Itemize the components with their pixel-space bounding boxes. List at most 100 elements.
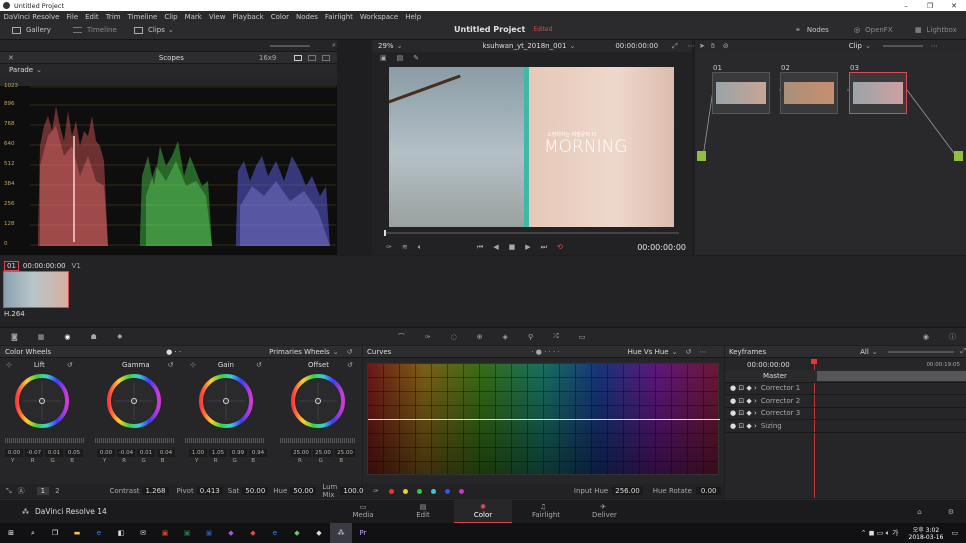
home-icon[interactable]: ⌂ <box>917 508 921 516</box>
openfx-button[interactable]: ◎ OpenFX <box>854 26 893 34</box>
excel-button[interactable]: ▣ <box>176 523 198 543</box>
blue-swatch[interactable] <box>444 488 450 494</box>
master-wheel[interactable] <box>5 438 85 443</box>
red-swatch[interactable] <box>388 488 394 494</box>
gamma-wheel[interactable]: Gamma ↺ 0.00 -0.04 0.01 0.04 YRGB <box>90 360 180 464</box>
more-options-icon[interactable]: ⋯ <box>931 42 938 50</box>
mail-button[interactable]: ✉ <box>132 523 154 543</box>
curve-mode-dropdown[interactable]: Hue Vs Hue <box>628 348 669 356</box>
scope-mode-dropdown[interactable]: Parade <box>9 66 33 74</box>
info-icon[interactable]: ⓘ <box>949 332 956 342</box>
tray-icons[interactable]: ⌃ ◼ ▭ 🔈︎ 가 <box>861 528 899 538</box>
search-button[interactable]: ⌕ <box>22 523 44 543</box>
cyan-swatch[interactable] <box>430 488 436 494</box>
eyedropper-icon[interactable]: ✑ <box>373 487 379 495</box>
menu-nodes[interactable]: Nodes <box>296 13 318 21</box>
volume-icon[interactable]: 🔈︎ <box>418 243 422 252</box>
stop-icon[interactable]: ■ <box>509 243 516 251</box>
menu-trim[interactable]: Trim <box>106 13 121 21</box>
master-wheel[interactable] <box>280 438 355 443</box>
3d-icon[interactable]: ▭ <box>579 333 586 341</box>
bypass-icon[interactable]: ⊘ <box>723 42 729 50</box>
yellow-swatch[interactable] <box>402 488 408 494</box>
node-02[interactable]: 02 <box>780 64 838 114</box>
magenta-swatch[interactable] <box>458 488 464 494</box>
hue-curve-line[interactable] <box>368 419 720 420</box>
window-icon[interactable]: ◌ <box>451 333 457 341</box>
gain-wheel[interactable]: ⊹ Gain ↺ 1.00 1.05 0.99 0.94 YRGB <box>180 360 270 464</box>
menu-davinci[interactable]: DaVinci Resolve <box>4 13 60 21</box>
store-button[interactable]: ◧ <box>110 523 132 543</box>
curves-graph[interactable] <box>367 363 720 475</box>
camera-raw-icon[interactable]: ◙ <box>11 333 18 341</box>
color-match-icon[interactable]: ▦ <box>38 333 45 341</box>
menu-workspace[interactable]: Workspace <box>360 13 398 21</box>
app-button[interactable]: ◆ <box>286 523 308 543</box>
menu-timeline[interactable]: Timeline <box>128 13 158 21</box>
search-icon[interactable]: ⌕ <box>332 41 336 50</box>
keyframe-filter-dropdown[interactable]: All <box>860 348 869 356</box>
menu-edit[interactable]: Edit <box>85 13 99 21</box>
wheel-mode-dropdown[interactable]: Primaries Wheels <box>269 348 330 356</box>
page-dots[interactable]: · ● · · · · <box>531 348 559 356</box>
node-01[interactable]: 01 <box>712 64 770 114</box>
offset-wheel[interactable]: Offset ↺ 25.00 25.00 25.00 RGB <box>270 360 360 464</box>
sizing-icon[interactable]: ⤮ <box>553 332 559 341</box>
page-dots[interactable]: ● · · <box>166 348 181 356</box>
contrast-field[interactable]: 1.268 <box>142 487 169 495</box>
reset-icon[interactable]: ↺ <box>168 361 174 369</box>
menu-view[interactable]: View <box>209 13 226 21</box>
more-options-icon[interactable]: ⋯ <box>688 42 695 50</box>
lightbox-button[interactable]: ▦ Lightbox <box>915 26 957 34</box>
hand-icon[interactable]: ✋︎ <box>711 42 715 51</box>
close-icon[interactable]: ✕ <box>8 54 14 62</box>
curves-icon[interactable]: ⌒ <box>398 332 405 342</box>
powerpoint-button[interactable]: ▣ <box>154 523 176 543</box>
page-color[interactable]: ✺ Color <box>454 500 512 524</box>
nodes-button[interactable]: ⚭ Nodes <box>795 26 829 34</box>
maximize-button[interactable]: ❐ <box>918 2 942 10</box>
picker-icon[interactable]: ⊹ <box>190 361 196 369</box>
tracker-icon[interactable]: ⊕ <box>477 333 483 341</box>
reset-icon[interactable]: ↺ <box>347 361 353 369</box>
track-row[interactable]: ● ⊡ ◆ › Sizing <box>725 420 966 433</box>
page-edit[interactable]: ▤ Edit <box>412 503 434 519</box>
system-clock[interactable]: 오후 3:02 2018-03-16 <box>909 525 944 541</box>
viewer-scrubber[interactable] <box>384 230 679 236</box>
track-row[interactable]: ● ⊡ ◆ › Corrector 1 <box>725 383 966 395</box>
ie-button[interactable]: e <box>264 523 286 543</box>
start-button[interactable]: ⊞ <box>0 523 22 543</box>
clip-name[interactable]: ksuhwan_yt_2018n_001 <box>482 42 566 50</box>
word-button[interactable]: ▣ <box>198 523 220 543</box>
highlight-icon[interactable]: ✎ <box>413 54 419 62</box>
reverse-play-icon[interactable]: ◀ <box>493 243 498 251</box>
viewer-timecode[interactable]: 00:00:00:00 <box>615 42 658 50</box>
sat-field[interactable]: 50.00 <box>242 487 269 495</box>
menu-playback[interactable]: Playback <box>232 13 263 21</box>
menu-file[interactable]: File <box>66 13 78 21</box>
scopes-zoom-slider[interactable] <box>270 44 310 47</box>
rgb-mixer-icon[interactable]: ☗ <box>91 333 97 341</box>
reset-icon[interactable]: ↺ <box>67 361 73 369</box>
task-view-button[interactable]: ❐ <box>44 523 66 543</box>
expand-icon[interactable]: ⤢ <box>960 347 966 356</box>
keyframe-zoom-slider[interactable] <box>887 350 955 353</box>
video-frame[interactable]: 스밍지하는 비밀유의 더 MORNING <box>389 67 674 227</box>
hue-rotate-field[interactable]: 0.00 <box>695 487 722 495</box>
close-button[interactable]: ✕ <box>942 2 966 10</box>
auto-balance-icon[interactable]: ⤡ <box>6 487 12 496</box>
app-button[interactable]: ◆ <box>308 523 330 543</box>
master-wheel[interactable] <box>185 438 265 443</box>
node-zoom-slider[interactable] <box>882 45 923 47</box>
timeline-button[interactable]: Timeline <box>73 26 117 34</box>
play-icon[interactable]: ▶ <box>525 243 530 251</box>
key-icon[interactable]: ⚲ <box>528 333 533 341</box>
go-to-start-icon[interactable]: ⏮︎ <box>477 243 483 252</box>
blur-icon[interactable]: ◈ <box>503 333 508 341</box>
node-mode-dropdown[interactable]: Clip <box>849 42 862 50</box>
lift-wheel[interactable]: ⊹ Lift ↺ 0.00 -0.07 0.01 0.05 YRGB <box>0 360 90 464</box>
split-screen-icon[interactable]: ▤ <box>397 54 404 62</box>
premiere-button[interactable]: Pr <box>352 523 374 543</box>
gallery-button[interactable]: Gallery <box>12 26 51 34</box>
app-button[interactable]: ◆ <box>242 523 264 543</box>
